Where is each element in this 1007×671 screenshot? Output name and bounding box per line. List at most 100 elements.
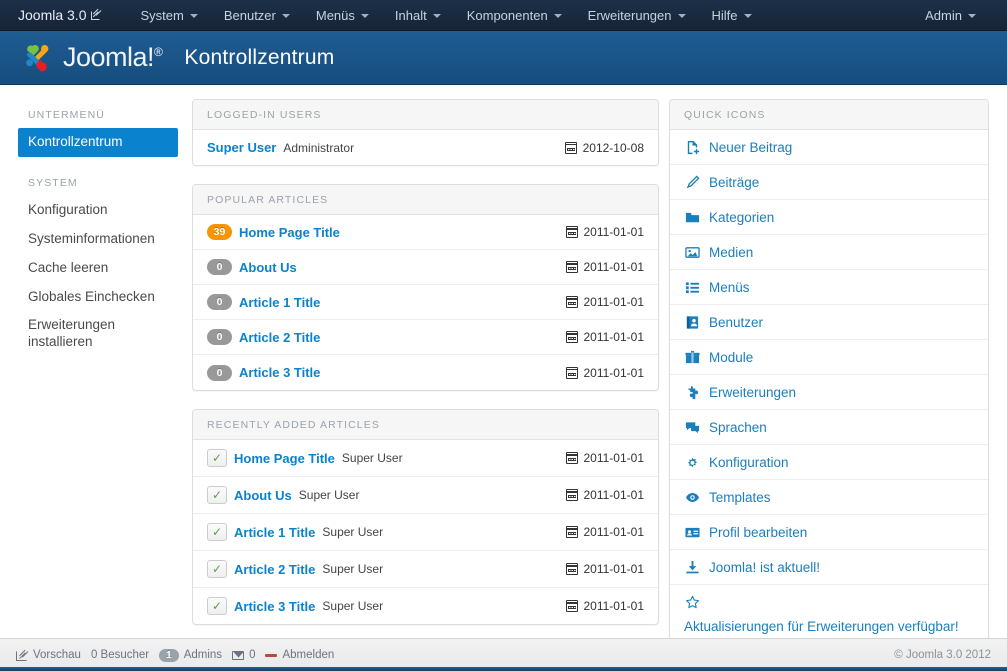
quick-icon-menus[interactable]: Menüs: [670, 270, 988, 305]
sidebar-item-systeminformationen[interactable]: Systeminformationen: [18, 225, 178, 254]
user-link[interactable]: Super User: [207, 140, 276, 155]
published-toggle[interactable]: ✓: [207, 486, 227, 504]
quick-icon-label: Medien: [709, 245, 753, 260]
row-left: ✓ Article 1 Title Super User: [207, 523, 566, 541]
admin-count-label: Admins: [184, 649, 222, 661]
calendar-icon: [566, 261, 578, 273]
nav-item-hilfe[interactable]: Hilfe: [699, 3, 765, 28]
quick-icon-label: Templates: [709, 490, 771, 505]
article-link[interactable]: About Us: [234, 488, 292, 503]
nav-item-menus[interactable]: Menüs: [303, 3, 382, 28]
article-author: Super User: [342, 451, 403, 465]
article-link[interactable]: Article 3 Title: [239, 365, 320, 380]
nav-item-benutzer[interactable]: Benutzer: [211, 3, 303, 28]
quick-icon-label: Konfiguration: [709, 455, 789, 470]
sidebar-item-globales-einchecken[interactable]: Globales Einchecken: [18, 283, 178, 312]
article-link[interactable]: Article 1 Title: [239, 295, 320, 310]
main-menu: System Benutzer Menüs Inhalt Komponenten…: [127, 3, 764, 28]
calendar-icon: [566, 489, 578, 501]
article-link[interactable]: Article 3 Title: [234, 599, 315, 614]
quick-icon-benutzer[interactable]: Benutzer: [670, 305, 988, 340]
logout-icon: [265, 654, 277, 657]
messages-count[interactable]: 0: [232, 649, 255, 661]
nav-item-komponenten[interactable]: Komponenten: [454, 3, 575, 28]
table-row[interactable]: 0 About Us 2011-01-01: [193, 250, 658, 285]
table-row[interactable]: ✓ Home Page Title Super User 2011-01-01: [193, 440, 658, 477]
table-row[interactable]: ✓ Article 3 Title Super User 2011-01-01: [193, 588, 658, 624]
row-left: ✓ Article 3 Title Super User: [207, 597, 566, 615]
nav-label: Hilfe: [712, 8, 738, 23]
nav-item-inhalt[interactable]: Inhalt: [382, 3, 454, 28]
cube-icon: [684, 349, 700, 365]
preview-label[interactable]: Vorschau: [33, 649, 81, 661]
quick-icon-konfiguration[interactable]: Konfiguration: [670, 445, 988, 480]
article-link[interactable]: Home Page Title: [234, 451, 335, 466]
table-row[interactable]: ✓ Article 1 Title Super User 2011-01-01: [193, 514, 658, 551]
logout-link[interactable]: Abmelden: [265, 649, 334, 661]
nav-label: Komponenten: [467, 8, 548, 23]
row-left: 0 Article 2 Title: [207, 329, 566, 345]
quick-icon-profil-bearbeiten[interactable]: Profil bearbeiten: [670, 515, 988, 550]
user-menu-label: Admin: [925, 8, 962, 23]
table-row[interactable]: 0 Article 1 Title 2011-01-01: [193, 285, 658, 320]
published-toggle[interactable]: ✓: [207, 523, 227, 541]
nav-item-erweiterungen[interactable]: Erweiterungen: [575, 3, 699, 28]
article-link[interactable]: Home Page Title: [239, 225, 340, 240]
registered-mark: ®: [154, 45, 162, 59]
user-menu-admin[interactable]: Admin: [912, 3, 989, 28]
row-left: 39 Home Page Title: [207, 224, 566, 240]
table-row[interactable]: 0 Article 3 Title 2011-01-01: [193, 355, 658, 390]
star-icon: [684, 594, 700, 610]
preview-link[interactable]: Vorschau: [16, 649, 81, 661]
article-author: Super User: [322, 525, 383, 539]
sidebar-item-konfiguration[interactable]: Konfiguration: [18, 196, 178, 225]
chevron-down-icon: [744, 14, 752, 18]
quick-icon-label: Beiträge: [709, 175, 759, 190]
preview-icon: [16, 650, 28, 661]
quick-icon-module[interactable]: Module: [670, 340, 988, 375]
visitor-count: 0 Besucher: [91, 649, 149, 661]
panel-logged-in-users: LOGGED-IN USERS Super User Administrator…: [192, 99, 659, 166]
nav-item-system[interactable]: System: [127, 3, 210, 28]
quick-icon-label: Module: [709, 350, 753, 365]
joomla-logo-icon: [20, 41, 54, 75]
brand-link[interactable]: Joomla 3.0: [18, 7, 101, 23]
table-row[interactable]: ✓ About Us Super User 2011-01-01: [193, 477, 658, 514]
published-toggle[interactable]: ✓: [207, 560, 227, 578]
quick-icon-joomla-aktuell[interactable]: Joomla! ist aktuell!: [670, 550, 988, 585]
article-link[interactable]: Article 2 Title: [234, 562, 315, 577]
table-row[interactable]: ✓ Article 2 Title Super User 2011-01-01: [193, 551, 658, 588]
article-link[interactable]: Article 1 Title: [234, 525, 315, 540]
sidebar-item-kontrollzentrum[interactable]: Kontrollzentrum: [18, 128, 178, 157]
article-author: Super User: [322, 562, 383, 576]
calendar-icon: [566, 600, 578, 612]
sidebar-item-erweiterungen-installieren[interactable]: Erweiterungen installieren: [18, 311, 178, 357]
article-link[interactable]: Article 2 Title: [239, 330, 320, 345]
quick-icon-templates[interactable]: Templates: [670, 480, 988, 515]
check-icon: ✓: [212, 600, 222, 612]
row-left: ✓ About Us Super User: [207, 486, 566, 504]
quick-icon-sprachen[interactable]: Sprachen: [670, 410, 988, 445]
quick-icon-erweiterungen[interactable]: Erweiterungen: [670, 375, 988, 410]
visitor-count-label: 0 Besucher: [91, 649, 149, 661]
row-date: 2011-01-01: [584, 225, 645, 239]
published-toggle[interactable]: ✓: [207, 449, 227, 467]
joomla-admin-dashboard: Joomla 3.0 System Benutzer Menüs Inhalt …: [0, 0, 1007, 671]
page-title: Kontrollzentrum: [184, 46, 334, 70]
table-row[interactable]: 0 Article 2 Title 2011-01-01: [193, 320, 658, 355]
article-link[interactable]: About Us: [239, 260, 297, 275]
row-left: ✓ Article 2 Title Super User: [207, 560, 566, 578]
quick-icon-neuer-beitrag[interactable]: Neuer Beitrag: [670, 130, 988, 165]
row-right: 2011-01-01: [566, 562, 645, 576]
quick-icon-kategorien[interactable]: Kategorien: [670, 200, 988, 235]
quick-icon-label: Profil bearbeiten: [709, 525, 807, 540]
list-icon: [684, 279, 700, 295]
table-row[interactable]: Super User Administrator 2012-10-08: [193, 130, 658, 165]
quick-icon-medien[interactable]: Medien: [670, 235, 988, 270]
article-author: Super User: [322, 599, 383, 613]
logout-label[interactable]: Abmelden: [282, 649, 334, 661]
sidebar-item-cache-leeren[interactable]: Cache leeren: [18, 254, 178, 283]
table-row[interactable]: 39 Home Page Title 2011-01-01: [193, 215, 658, 250]
quick-icon-beitraege[interactable]: Beiträge: [670, 165, 988, 200]
published-toggle[interactable]: ✓: [207, 597, 227, 615]
